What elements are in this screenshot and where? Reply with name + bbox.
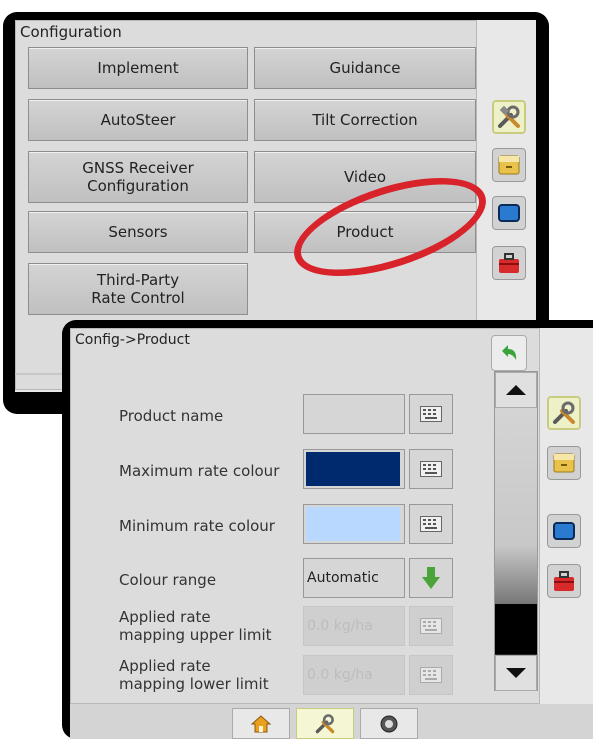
toolbox-icon — [554, 571, 574, 591]
tools-bottom-tab[interactable] — [296, 708, 354, 739]
lower-limit-keyboard-button — [409, 655, 453, 695]
upper-limit-keyboard-button — [409, 606, 453, 646]
max-rate-colour-field[interactable] — [303, 449, 405, 489]
tools-tab[interactable] — [492, 100, 526, 134]
arrow-up-icon — [506, 385, 526, 395]
max-rate-colour-keyboard-button[interactable] — [409, 449, 453, 489]
tools-icon — [498, 105, 520, 128]
toolbox-tab[interactable] — [492, 246, 526, 280]
gauge-icon — [380, 715, 398, 732]
keyboard-icon — [420, 406, 442, 422]
product-config-content: Config->Product Product name Maximum rat… — [70, 328, 540, 704]
product-config-body: Config->Product Product name Maximum rat… — [70, 328, 593, 739]
screen-tab[interactable] — [492, 196, 526, 230]
lower-limit-label: Applied rate mapping lower limit — [119, 657, 269, 693]
folder-icon — [498, 155, 520, 175]
bottom-tab-bar — [70, 704, 593, 739]
tilt-correction-button[interactable]: Tilt Correction — [254, 99, 476, 141]
screen-icon — [553, 522, 575, 540]
home-tab[interactable] — [232, 708, 290, 739]
scrollbar[interactable] — [494, 371, 538, 691]
scroll-thumb[interactable] — [495, 604, 537, 654]
upper-limit-label: Applied rate mapping upper limit — [119, 608, 272, 644]
tools-tab[interactable] — [547, 396, 581, 430]
scroll-down-button[interactable] — [495, 655, 537, 691]
max-rate-colour-swatch — [306, 452, 400, 486]
keyboard-icon — [420, 461, 442, 477]
keyboard-icon — [420, 516, 442, 532]
home-icon — [250, 714, 272, 732]
colour-range-field[interactable]: Automatic — [303, 558, 405, 598]
keyboard-icon — [420, 618, 442, 634]
folder-icon — [553, 453, 575, 473]
min-rate-colour-swatch — [306, 507, 400, 541]
product-name-label: Product name — [119, 407, 224, 425]
upper-limit-field: 0.0 kg/ha — [303, 606, 405, 646]
scroll-up-button[interactable] — [495, 372, 537, 408]
page-title: Configuration — [20, 23, 122, 41]
screen-tab[interactable] — [547, 514, 581, 548]
max-rate-colour-label: Maximum rate colour — [119, 462, 280, 480]
product-config-panel: Config->Product Product name Maximum rat… — [62, 320, 593, 739]
third-party-rate-control-button[interactable]: Third-Party Rate Control — [28, 263, 248, 315]
colour-range-dropdown-button[interactable] — [409, 558, 453, 598]
sensors-button[interactable]: Sensors — [28, 211, 248, 253]
keyboard-icon — [420, 667, 442, 683]
panel-title: Config->Product — [75, 332, 190, 348]
gnss-receiver-button[interactable]: GNSS Receiver Configuration — [28, 151, 248, 203]
back-arrow-icon — [502, 345, 517, 360]
screen-icon — [498, 204, 520, 222]
min-rate-colour-label: Minimum rate colour — [119, 517, 275, 535]
min-rate-colour-field[interactable] — [303, 504, 405, 544]
implement-button[interactable]: Implement — [28, 47, 248, 89]
product-name-field[interactable] — [303, 394, 405, 434]
autosteer-button[interactable]: AutoSteer — [28, 99, 248, 141]
lower-limit-field: 0.0 kg/ha — [303, 655, 405, 695]
product-name-keyboard-button[interactable] — [409, 394, 453, 434]
min-rate-colour-keyboard-button[interactable] — [409, 504, 453, 544]
colour-range-label: Colour range — [119, 571, 217, 589]
tools-icon — [553, 401, 575, 424]
toolbox-icon — [499, 253, 519, 273]
gauge-tab[interactable] — [360, 708, 418, 739]
folder-tab[interactable] — [547, 446, 581, 480]
tools-icon — [315, 713, 335, 733]
folder-tab[interactable] — [492, 148, 526, 182]
arrow-down-icon — [422, 567, 440, 589]
back-button[interactable] — [491, 335, 527, 371]
toolbox-tab[interactable] — [547, 564, 581, 598]
arrow-down-icon — [506, 668, 526, 678]
guidance-button[interactable]: Guidance — [254, 47, 476, 89]
